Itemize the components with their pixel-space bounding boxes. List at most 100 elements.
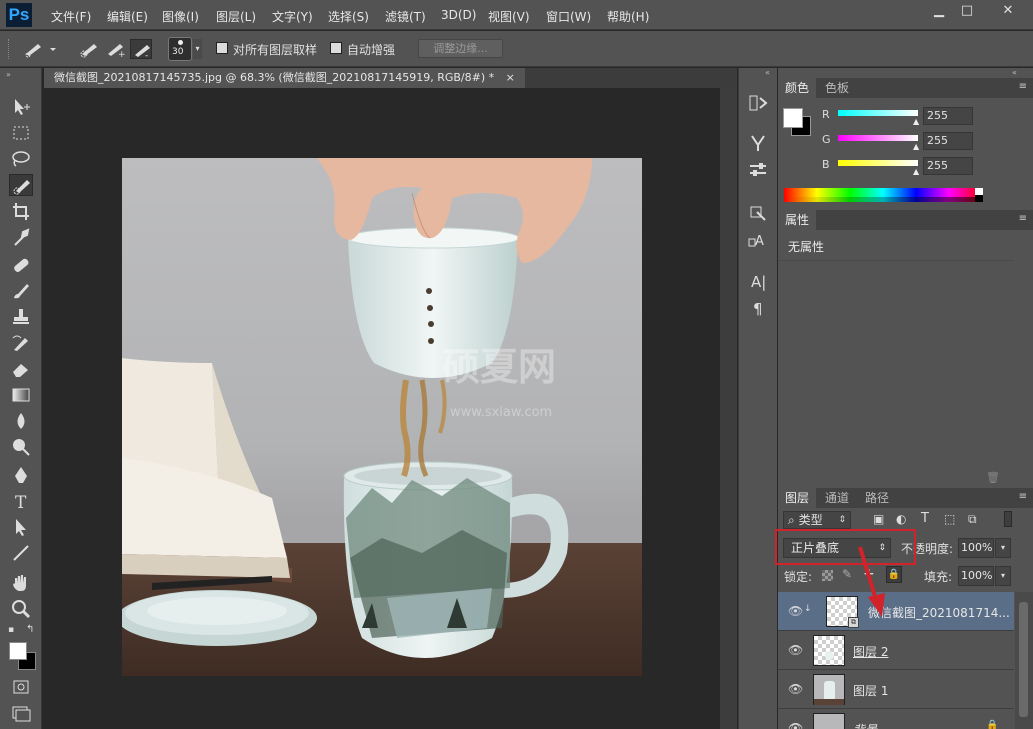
history-panel-icon[interactable] — [748, 93, 768, 113]
layer-name[interactable]: 背景 — [853, 721, 877, 729]
menu-help[interactable]: 帮助(H) — [607, 8, 649, 25]
lock-pixels-icon[interactable]: ✎ — [842, 567, 852, 581]
eraser-tool-icon[interactable] — [9, 358, 33, 380]
eye-icon[interactable]: 👁 — [788, 721, 803, 729]
menu-type[interactable]: 文字(Y) — [272, 8, 313, 25]
foreground-color-swatch[interactable] — [9, 642, 27, 660]
move-tool-icon[interactable] — [9, 96, 33, 118]
red-value-input[interactable]: 255 — [923, 107, 973, 125]
tab-layers[interactable]: 图层 — [778, 488, 817, 508]
layer-row-selected[interactable]: 👁 ↓ ⧉ 微信截图_2021081714... — [778, 592, 1014, 631]
tab-channels[interactable]: 通道 — [818, 488, 856, 508]
menu-filter[interactable]: 滤镜(T) — [385, 8, 426, 25]
type-tool-icon[interactable]: T — [9, 490, 33, 513]
lock-transparent-icon[interactable] — [822, 570, 833, 581]
collapse-icon[interactable]: « — [765, 68, 770, 77]
character-panel-icon[interactable]: A| — [748, 271, 768, 291]
tab-swatches[interactable]: 色板 — [818, 78, 856, 98]
eye-icon[interactable]: 👁 — [788, 682, 803, 696]
auto-enhance-checkbox[interactable] — [330, 42, 342, 54]
quick-selection-tool-icon[interactable] — [9, 174, 33, 196]
type-filter-icon[interactable]: T — [921, 511, 929, 526]
green-slider[interactable] — [838, 135, 918, 141]
menu-3d[interactable]: 3D(D) — [441, 8, 476, 22]
tab-paths[interactable]: 路径 — [858, 488, 896, 508]
history-brush-tool-icon[interactable] — [9, 332, 33, 354]
line-tool-icon[interactable] — [9, 542, 33, 564]
layer-filter-select[interactable]: ⌕ 类型 ⇕ — [783, 511, 851, 529]
character-styles-icon[interactable]: A — [748, 230, 768, 250]
collapse-icon[interactable]: » — [6, 70, 11, 79]
green-value-input[interactable]: 255 — [923, 132, 973, 150]
opacity-input[interactable]: 100% — [958, 538, 994, 558]
healing-brush-tool-icon[interactable] — [9, 254, 33, 276]
black-swatch[interactable] — [975, 195, 983, 202]
shape-filter-icon[interactable]: ⬚ — [944, 512, 955, 526]
fill-input[interactable]: 100% — [958, 566, 994, 586]
smart-object-filter-icon[interactable]: ⧉ — [968, 512, 977, 527]
menu-file[interactable]: 文件(F) — [51, 8, 91, 25]
menu-select[interactable]: 选择(S) — [328, 8, 369, 25]
fill-dropdown-icon[interactable]: ▾ — [995, 566, 1011, 586]
menu-view[interactable]: 视图(V) — [488, 8, 530, 25]
eyedropper-tool-icon[interactable] — [9, 226, 33, 248]
new-selection-icon[interactable] — [78, 39, 100, 59]
brush-panel-icon[interactable] — [748, 133, 768, 153]
brush-tool-icon[interactable] — [9, 280, 33, 302]
blue-slider[interactable] — [838, 160, 918, 166]
quick-selection-preset-icon[interactable] — [22, 39, 56, 59]
canvas-area[interactable]: 硕夏网 www.sxiaw.com — [44, 88, 720, 729]
quick-mask-icon[interactable] — [9, 676, 33, 698]
red-slider-thumb-icon[interactable]: ▲ — [913, 117, 919, 126]
brush-dropdown-icon[interactable]: ▾ — [193, 39, 202, 59]
layer-row[interactable]: 👁 图层 2 — [778, 631, 1014, 670]
blur-tool-icon[interactable] — [9, 410, 33, 432]
gradient-tool-icon[interactable] — [9, 384, 33, 406]
tab-color[interactable]: 颜色 — [778, 78, 817, 98]
minimize-button[interactable]: ▁ — [924, 2, 954, 20]
opacity-dropdown-icon[interactable]: ▾ — [995, 538, 1011, 558]
layer-thumbnail[interactable] — [813, 713, 845, 729]
document-canvas[interactable]: 硕夏网 www.sxiaw.com — [122, 158, 642, 676]
layer-row[interactable]: 👁 图层 1 — [778, 670, 1014, 709]
layer-thumbnail[interactable] — [813, 674, 845, 705]
pixel-filter-icon[interactable]: ▣ — [873, 512, 884, 526]
swap-colors-icon[interactable]: ↰ — [26, 624, 34, 635]
menu-edit[interactable]: 编辑(E) — [107, 8, 148, 25]
trash-icon[interactable]: 🗑 — [986, 471, 1000, 484]
close-tab-icon[interactable]: × — [506, 71, 515, 84]
green-slider-thumb-icon[interactable]: ▲ — [913, 142, 919, 151]
zoom-tool-icon[interactable] — [9, 598, 33, 620]
tab-properties[interactable]: 属性 — [778, 210, 817, 230]
eye-icon[interactable]: 👁 — [788, 604, 803, 618]
panel-menu-icon[interactable]: ≡ — [1019, 81, 1027, 92]
layer-thumbnail[interactable] — [813, 635, 845, 666]
layer-name[interactable]: 图层 2 — [853, 643, 888, 660]
foreground-color-chip[interactable] — [783, 108, 803, 128]
menu-layer[interactable]: 图层(L) — [216, 8, 256, 25]
panel-menu-icon[interactable]: ≡ — [1019, 213, 1027, 224]
refine-edge-button[interactable]: 调整边缘... — [418, 39, 503, 58]
subtract-from-selection-icon[interactable]: - — [130, 39, 152, 61]
lasso-tool-icon[interactable] — [9, 148, 33, 170]
screen-mode-icon[interactable] — [9, 702, 33, 724]
menu-image[interactable]: 图像(I) — [162, 8, 199, 25]
filter-toggle[interactable] — [1004, 511, 1012, 527]
blue-slider-thumb-icon[interactable]: ▲ — [913, 167, 919, 176]
menu-window[interactable]: 窗口(W) — [546, 8, 591, 25]
pen-tool-icon[interactable] — [9, 464, 33, 486]
close-button[interactable]: ✕ — [990, 2, 1026, 20]
blue-value-input[interactable]: 255 — [923, 157, 973, 175]
marquee-tool-icon[interactable] — [9, 122, 33, 144]
layer-name[interactable]: 图层 1 — [853, 682, 888, 699]
white-swatch[interactable] — [975, 188, 983, 195]
color-spectrum-bar[interactable] — [784, 188, 982, 202]
brush-size-picker[interactable]: 30 — [168, 37, 192, 61]
clone-source-icon[interactable] — [748, 203, 768, 223]
layer-row-background[interactable]: 👁 背景 🔒 — [778, 709, 1014, 729]
layers-scrollbar[interactable] — [1015, 592, 1033, 729]
document-tab[interactable]: 微信截图_20210817145735.jpg @ 68.3% (微信截图_20… — [44, 68, 525, 88]
paragraph-panel-icon[interactable]: ¶ — [748, 298, 768, 318]
add-to-selection-icon[interactable]: + — [104, 39, 126, 60]
eye-icon[interactable]: 👁 — [788, 643, 803, 657]
